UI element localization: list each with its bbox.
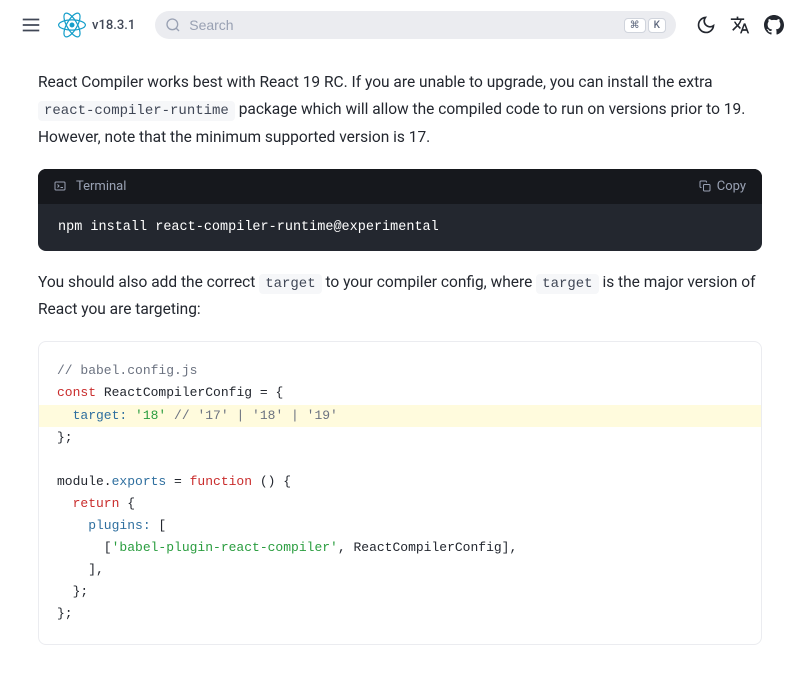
- hamburger-icon: [20, 14, 42, 36]
- target-paragraph: You should also add the correct target t…: [38, 269, 762, 324]
- version-label: v18.3.1: [92, 18, 135, 33]
- inline-code-target-1: target: [259, 274, 321, 294]
- copy-label: Copy: [717, 179, 746, 194]
- inline-code-target-2: target: [536, 274, 598, 294]
- terminal-title: Terminal: [76, 179, 126, 194]
- theme-toggle-icon[interactable]: [696, 15, 716, 35]
- search-icon: [165, 17, 181, 33]
- babel-config-code: // babel.config.js const ReactCompilerCo…: [38, 341, 762, 644]
- header: v18.3.1 ⌘ K: [0, 0, 800, 51]
- menu-button[interactable]: [16, 10, 46, 40]
- main-content: React Compiler works best with React 19 …: [0, 51, 800, 681]
- language-icon[interactable]: [730, 15, 750, 35]
- kbd-cmd: ⌘: [624, 18, 646, 33]
- copy-button[interactable]: Copy: [699, 179, 746, 194]
- kbd-k: K: [648, 18, 666, 33]
- github-icon[interactable]: [764, 15, 784, 35]
- logo[interactable]: v18.3.1: [58, 11, 135, 39]
- terminal-block: Terminal Copy npm install react-compiler…: [38, 169, 762, 251]
- inline-code-runtime: react-compiler-runtime: [38, 101, 235, 121]
- copy-icon: [699, 180, 711, 192]
- terminal-header: Terminal Copy: [38, 169, 762, 204]
- terminal-icon: [54, 180, 66, 192]
- header-actions: [696, 15, 784, 35]
- intro-paragraph: React Compiler works best with React 19 …: [38, 69, 762, 151]
- terminal-command: npm install react-compiler-runtime@exper…: [38, 204, 762, 251]
- search-input[interactable]: [189, 17, 615, 33]
- search-box[interactable]: ⌘ K: [155, 11, 676, 39]
- react-logo-icon: [58, 11, 86, 39]
- search-shortcut: ⌘ K: [624, 18, 666, 33]
